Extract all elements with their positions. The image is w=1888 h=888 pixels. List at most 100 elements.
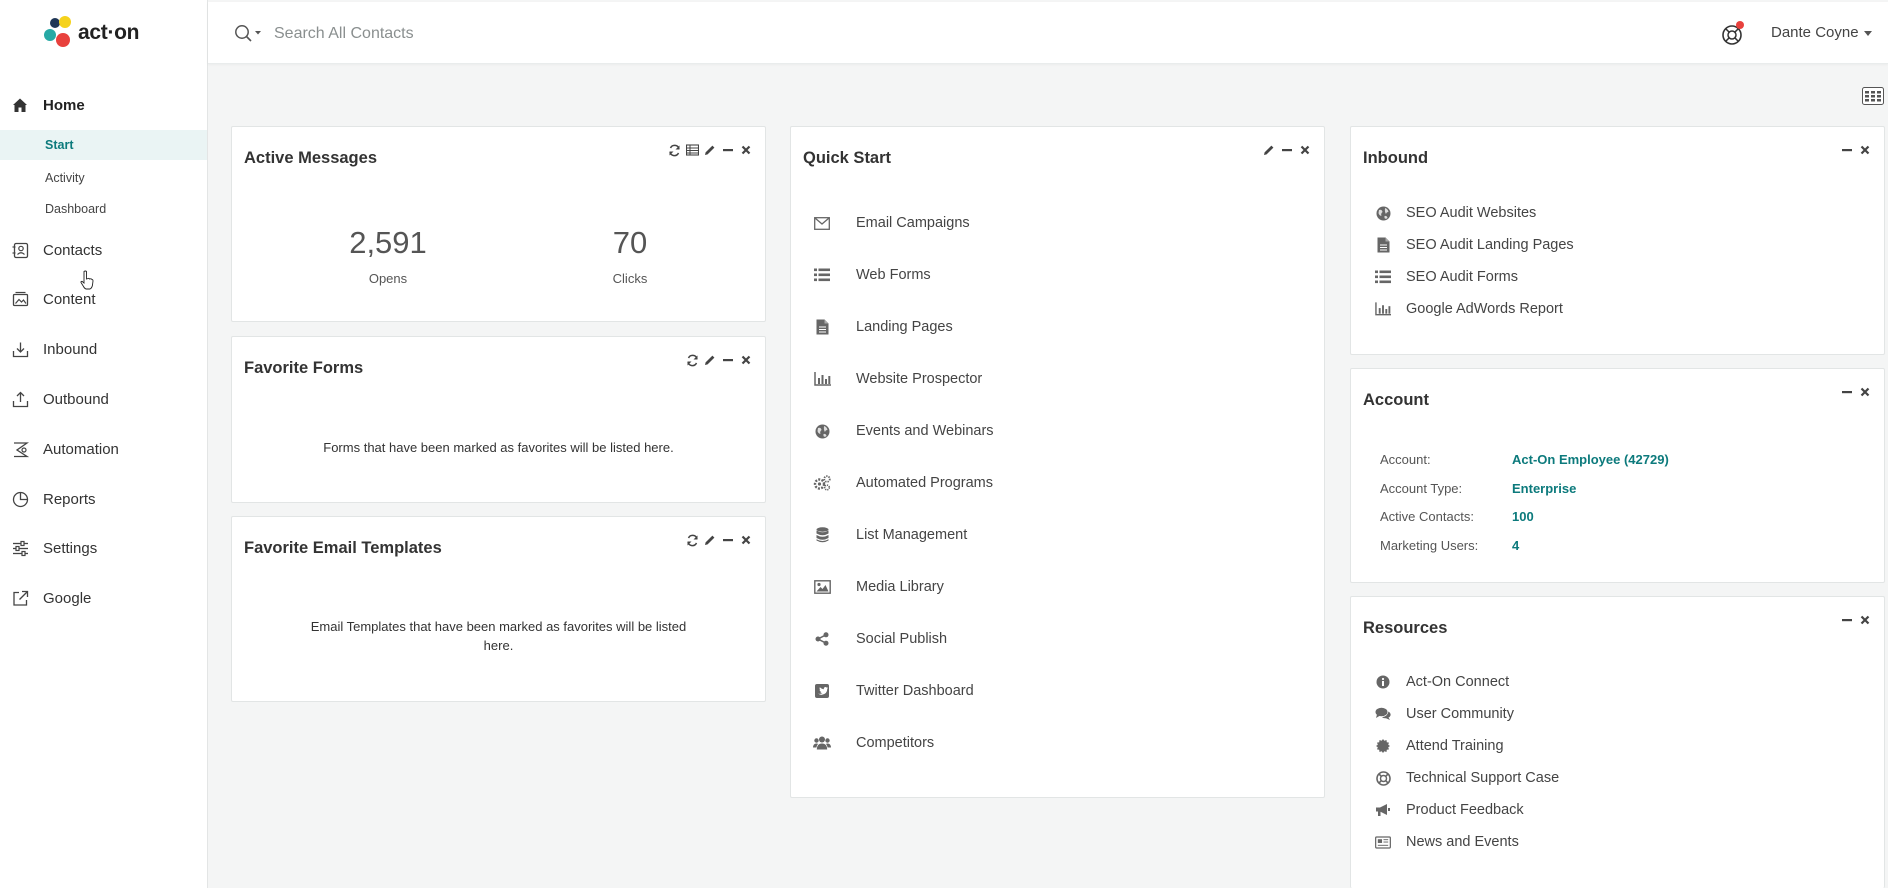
table-view-icon[interactable] [685, 143, 699, 157]
refresh-icon[interactable] [685, 533, 699, 547]
nav-google[interactable]: Google [0, 587, 208, 609]
nav-sub-activity[interactable]: Activity [0, 163, 207, 193]
quick-start-email-campaigns[interactable]: Email Campaigns [813, 210, 970, 236]
account-value[interactable]: Act-On Employee (42729) [1512, 452, 1669, 467]
quick-start-media-library[interactable]: Media Library [813, 574, 944, 600]
quick-start-label: Events and Webinars [856, 423, 994, 439]
logo-mark-icon [44, 16, 74, 50]
refresh-icon[interactable] [667, 143, 681, 157]
nav-settings[interactable]: Settings [0, 537, 208, 559]
nav-sub-start[interactable]: Start [0, 130, 207, 160]
opens-metric[interactable]: 2,591 Opens [308, 225, 468, 286]
user-name: Dante Coyne [1771, 24, 1859, 41]
nav-sub-dashboard[interactable]: Dashboard [0, 194, 207, 224]
quick-start-label: Website Prospector [856, 371, 983, 387]
refresh-icon[interactable] [685, 353, 699, 367]
close-icon[interactable] [739, 533, 753, 547]
reports-icon [11, 490, 29, 508]
automation-icon [11, 440, 29, 458]
nav-content[interactable]: Content [0, 288, 208, 310]
resources-technical-support-case[interactable]: Technical Support Case [1375, 766, 1559, 790]
quick-start-competitors[interactable]: Competitors [813, 730, 934, 756]
nav-home[interactable]: Home [0, 94, 208, 116]
share-icon [813, 630, 831, 648]
minimize-icon[interactable] [721, 533, 735, 547]
quick-start-label: List Management [856, 527, 968, 543]
clicks-value: 70 [612, 225, 648, 260]
inbound-seo-audit-forms[interactable]: SEO Audit Forms [1375, 265, 1518, 289]
quick-start-events-and-webinars[interactable]: Events and Webinars [813, 418, 994, 444]
account-row-account: Account: Act-On Employee (42729) [1380, 450, 1669, 468]
close-icon[interactable] [739, 353, 753, 367]
grid-layout-icon[interactable] [1862, 87, 1884, 105]
minimize-icon[interactable] [721, 353, 735, 367]
minimize-icon[interactable] [1840, 143, 1854, 157]
inbound-seo-audit-websites[interactable]: SEO Audit Websites [1375, 201, 1536, 225]
edit-pencil-icon[interactable] [703, 353, 717, 367]
quick-start-list-management[interactable]: List Management [813, 522, 967, 548]
active-contacts-key: Active Contacts: [1380, 508, 1474, 524]
envelope-icon [813, 214, 831, 232]
resources-item-label: News and Events [1406, 834, 1519, 850]
marketing-users-value[interactable]: 4 [1512, 538, 1519, 553]
edit-pencil-icon[interactable] [703, 533, 717, 547]
nav-sub-start-label: Start [45, 138, 74, 152]
logo-text: act·on [78, 21, 140, 44]
user-menu[interactable]: Dante Coyne [1771, 24, 1872, 41]
edit-pencil-icon[interactable] [703, 143, 717, 157]
quick-start-website-prospector[interactable]: Website Prospector [813, 366, 982, 392]
resources-news-and-events[interactable]: News and Events [1375, 830, 1519, 854]
minimize-icon[interactable] [1280, 143, 1294, 157]
inbound-google-adwords-report[interactable]: Google AdWords Report [1375, 297, 1563, 321]
mouse-cursor-icon [80, 270, 94, 290]
minimize-icon[interactable] [721, 143, 735, 157]
account-title: Account [1363, 391, 1429, 409]
nav-outbound[interactable]: Outbound [0, 388, 208, 410]
chevron-down-icon [1863, 30, 1872, 36]
nav-automation[interactable]: Automation [0, 438, 208, 460]
act-on-logo[interactable]: act·on [44, 16, 140, 50]
nav-sub-dashboard-label: Dashboard [45, 202, 107, 216]
quick-start-twitter-dashboard[interactable]: Twitter Dashboard [813, 678, 974, 704]
resources-user-community[interactable]: User Community [1375, 702, 1514, 726]
help-lifebuoy-icon[interactable] [1720, 19, 1748, 47]
close-icon[interactable] [1858, 613, 1872, 627]
edit-pencil-icon[interactable] [1262, 143, 1276, 157]
resources-product-feedback[interactable]: Product Feedback [1375, 798, 1524, 822]
search-input[interactable] [274, 20, 834, 48]
nav-contacts[interactable]: Contacts [0, 239, 208, 261]
favorite-email-templates-title: Favorite Email Templates [244, 539, 442, 557]
resources-item-label: Technical Support Case [1406, 770, 1560, 786]
resources-title: Resources [1363, 619, 1448, 637]
account-type-value[interactable]: Enterprise [1512, 481, 1576, 496]
quick-start-landing-pages[interactable]: Landing Pages [813, 314, 953, 340]
quick-start-social-publish[interactable]: Social Publish [813, 626, 947, 652]
resources-item-label: Act-On Connect [1406, 674, 1510, 690]
active-contacts-value[interactable]: 100 [1512, 509, 1534, 524]
nav-inbound[interactable]: Inbound [0, 338, 208, 360]
resources-act-on-connect[interactable]: Act-On Connect [1375, 670, 1509, 694]
quick-start-automated-programs[interactable]: Automated Programs [813, 470, 993, 496]
close-icon[interactable] [1858, 385, 1872, 399]
minimize-icon[interactable] [1840, 613, 1854, 627]
settings-icon [11, 539, 29, 557]
minimize-icon[interactable] [1840, 385, 1854, 399]
inbound-item-label: SEO Audit Forms [1406, 269, 1519, 285]
close-icon[interactable] [739, 143, 753, 157]
nav-reports[interactable]: Reports [0, 488, 208, 510]
close-icon[interactable] [1858, 143, 1872, 157]
clicks-label: Clicks [612, 271, 648, 286]
list-icon [1375, 269, 1391, 285]
clicks-metric[interactable]: 70 Clicks [550, 225, 710, 286]
resources-item-label: Attend Training [1406, 738, 1504, 754]
quick-start-web-forms[interactable]: Web Forms [813, 262, 931, 288]
inbound-seo-audit-landing-pages[interactable]: SEO Audit Landing Pages [1375, 233, 1574, 257]
inbound-title: Inbound [1363, 149, 1429, 167]
resources-attend-training[interactable]: Attend Training [1375, 734, 1504, 758]
search-icon[interactable] [234, 24, 262, 44]
close-icon[interactable] [1298, 143, 1312, 157]
users-icon [813, 734, 831, 752]
account-row-marketing-users: Marketing Users: 4 [1380, 536, 1519, 554]
top-bar: Dante Coyne [208, 2, 1888, 64]
list-icon [813, 266, 831, 284]
